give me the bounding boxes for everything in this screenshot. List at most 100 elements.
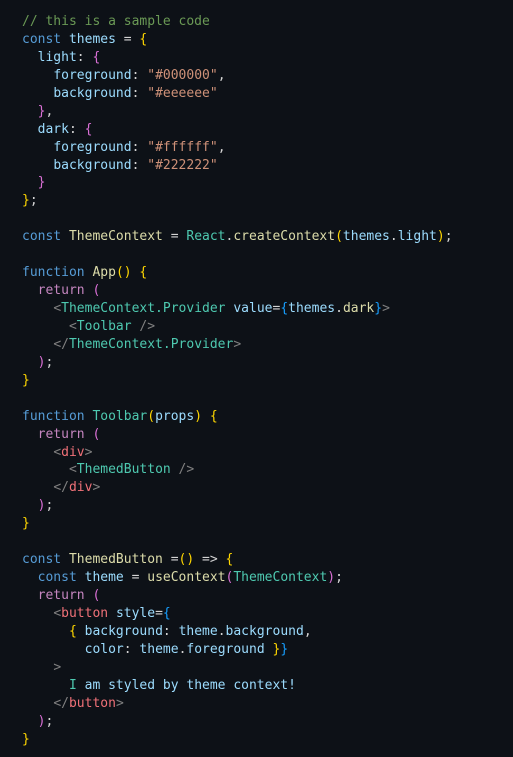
code-line: foreground: "#ffffff",	[22, 139, 453, 157]
token-b2: {	[84, 121, 93, 137]
token-var: themes	[288, 301, 336, 316]
token-punct: ;	[444, 229, 453, 245]
token-var: style	[115, 605, 156, 621]
token-b1: {	[209, 408, 218, 424]
token-op	[77, 624, 85, 639]
token-keyword: const	[22, 31, 62, 47]
code-line: };	[22, 192, 453, 210]
token-tag: ThemeContext.Provider	[61, 301, 226, 316]
code-line: dark: {	[22, 121, 453, 139]
token-var: themes	[342, 229, 390, 245]
code-line: function App() {	[22, 264, 453, 282]
code-line: I am styled by theme context!	[22, 677, 453, 695]
token-b1: (	[147, 408, 156, 424]
token-class: Toolbar	[92, 408, 148, 424]
token-var: themes	[68, 31, 116, 47]
token-b1: }	[22, 516, 30, 532]
code-line: background: "#eeeeee"	[22, 85, 453, 103]
code-line: return (	[22, 587, 453, 605]
token-b1: ()	[115, 265, 132, 281]
token-b3: }	[374, 301, 383, 316]
token-op: =	[115, 31, 140, 47]
token-angle: >	[382, 301, 390, 316]
token-prop: light	[37, 49, 77, 65]
code-editor[interactable]: // this is a sample code const themes = {…	[22, 13, 453, 748]
token-control: return	[37, 283, 85, 299]
token-punct: ;	[45, 713, 54, 729]
token-var: theme	[84, 570, 124, 586]
token-angle: />	[139, 318, 156, 334]
token-htmltag: div	[68, 480, 93, 496]
code-line: const ThemedButton =() => {	[22, 551, 453, 569]
code-line: ​	[22, 390, 453, 408]
token-op	[22, 122, 38, 137]
token-angle: <	[53, 444, 62, 460]
token-string: "#222222"	[147, 157, 218, 173]
token-op	[22, 606, 53, 621]
token-angle: >	[115, 695, 124, 711]
code-line: );	[22, 497, 453, 515]
token-op: =	[123, 570, 148, 586]
token-b1: }	[22, 731, 30, 747]
code-line: >	[22, 659, 453, 677]
token-b1: {	[68, 623, 77, 639]
code-line: background: "#222222"	[22, 157, 453, 175]
token-punct: :	[76, 49, 93, 65]
code-line: color: theme.foreground }}	[22, 641, 453, 659]
token-op	[22, 462, 69, 477]
token-b1: )	[436, 229, 445, 245]
token-var: background	[225, 623, 304, 639]
token-htmltag: button	[61, 605, 109, 621]
token-prop: foreground	[53, 139, 132, 155]
token-var: light	[397, 229, 437, 245]
token-angle: >	[92, 480, 101, 496]
code-line: </ThemeContext.Provider>	[22, 336, 453, 354]
token-func: ThemedButton	[68, 552, 163, 568]
code-line: </div>	[22, 479, 453, 497]
token-control: return	[37, 588, 85, 603]
code-line: <button style={	[22, 605, 453, 623]
token-b2: {	[92, 49, 101, 65]
token-angle: <	[68, 462, 77, 478]
code-line: }	[22, 372, 453, 390]
token-var: color	[84, 641, 124, 657]
token-angle: >	[84, 444, 93, 460]
token-tag: ThemeContext.Provider	[68, 336, 234, 352]
token-op	[22, 642, 85, 657]
token-class: React	[186, 229, 226, 245]
token-op: =	[155, 605, 163, 621]
token-string: "#eeeeee"	[147, 85, 218, 101]
token-b2: (	[92, 283, 101, 299]
token-op	[22, 570, 38, 585]
code-line: ​	[22, 210, 453, 228]
token-b3: {	[280, 301, 289, 316]
token-angle: <	[53, 605, 62, 621]
token-op	[61, 229, 69, 244]
token-op	[108, 606, 116, 621]
token-prop: dark	[37, 121, 69, 137]
token-tag: Toolbar	[76, 318, 132, 334]
token-op	[22, 355, 38, 370]
token-punct: :	[131, 67, 148, 83]
token-op	[22, 427, 38, 442]
token-op	[22, 696, 53, 711]
token-punct: ;	[29, 193, 38, 209]
token-punct: .	[217, 623, 226, 639]
token-text-first: I	[68, 677, 77, 693]
token-var: foreground	[186, 641, 265, 657]
token-prop: foreground	[53, 67, 132, 83]
token-b3: {	[162, 605, 171, 621]
code-line: <ThemedButton />	[22, 461, 453, 479]
code-line: return (	[22, 282, 453, 300]
token-keyword: function	[22, 408, 85, 424]
code-line: foreground: "#000000",	[22, 67, 453, 85]
code-line: <div>	[22, 444, 453, 462]
token-string: "#ffffff"	[147, 139, 218, 155]
code-line: );	[22, 713, 453, 731]
token-op	[22, 660, 53, 675]
token-keyword: function	[22, 265, 85, 281]
token-op	[22, 480, 53, 495]
token-op: =>	[194, 552, 226, 568]
token-keyword: const	[22, 552, 62, 568]
token-string: "#000000"	[147, 67, 218, 83]
